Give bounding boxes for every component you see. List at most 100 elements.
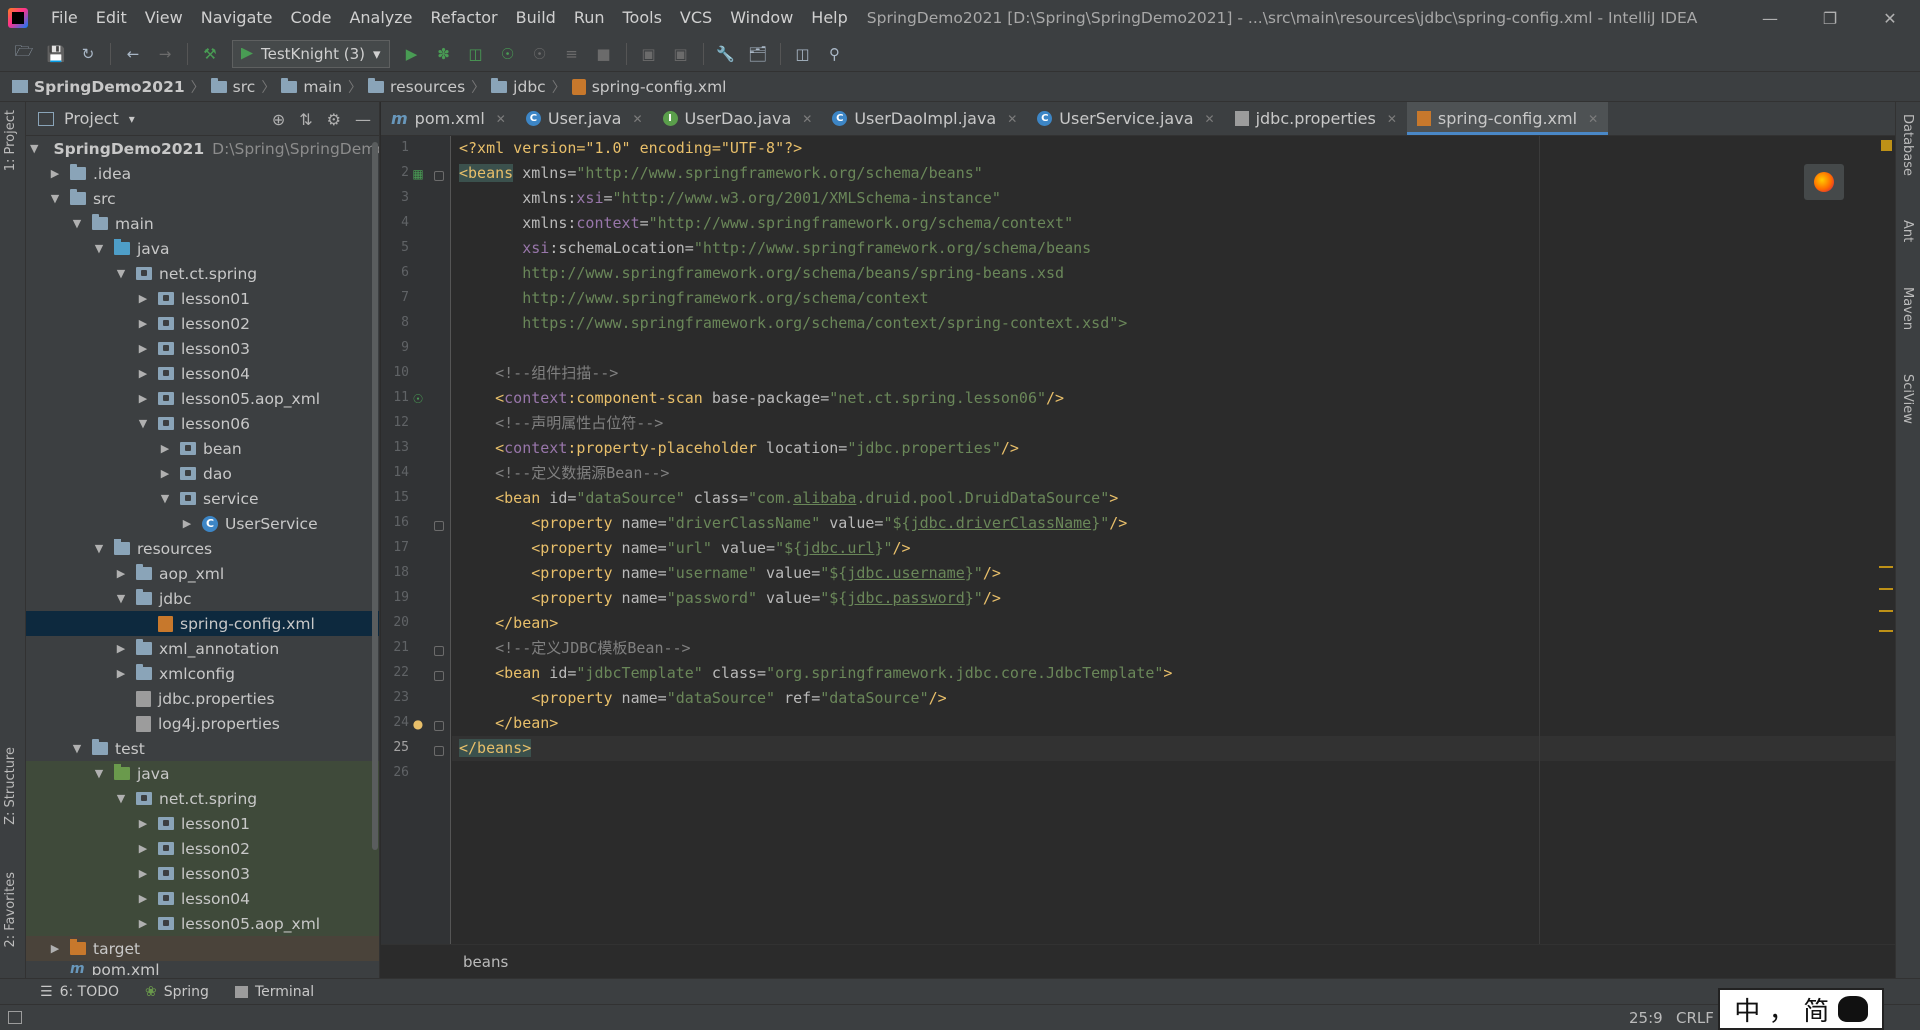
back-arrow-icon[interactable]: ← (120, 41, 146, 67)
tree-item[interactable]: ▶ lesson02 (26, 311, 379, 336)
expanded-arrow-icon[interactable]: ▼ (92, 242, 106, 255)
project-structure-icon[interactable]: 🗂 (745, 41, 771, 67)
tree-item[interactable]: ▼ net.ct.spring (26, 786, 379, 811)
tree-item[interactable]: ▶ lesson03 (26, 861, 379, 886)
fold-marker-icon[interactable] (434, 671, 444, 681)
attach-debugger-icon[interactable]: ☉ (527, 41, 553, 67)
menu-analyze[interactable]: Analyze (340, 0, 421, 36)
warning-marker[interactable] (1879, 610, 1893, 612)
tree-item[interactable]: ▶ lesson04 (26, 361, 379, 386)
tree-item[interactable]: ▶ lesson01 (26, 811, 379, 836)
stop-icon[interactable]: ■ (591, 41, 617, 67)
ime-punctuation[interactable]: ， (1769, 991, 1795, 1028)
gear-icon[interactable]: ⚙ (327, 110, 341, 129)
collapsed-arrow-icon[interactable]: ▶ (136, 892, 150, 905)
tree-item[interactable]: ▶ lesson05.aop_xml (26, 911, 379, 936)
locate-target-icon[interactable]: ⊕ (272, 110, 285, 129)
toggle-tool-windows-icon[interactable] (8, 1011, 22, 1024)
expanded-arrow-icon[interactable]: ▼ (70, 742, 84, 755)
collapsed-arrow-icon[interactable]: ▶ (48, 942, 62, 955)
breadcrumb-src[interactable]: src (210, 77, 255, 96)
menu-view[interactable]: View (136, 0, 192, 36)
save-all-icon[interactable]: 💾 (43, 41, 69, 67)
expanded-arrow-icon[interactable]: ▼ (48, 192, 62, 205)
tree-item[interactable]: ▶ lesson04 (26, 886, 379, 911)
menu-navigate[interactable]: Navigate (192, 0, 282, 36)
vcs-commit-icon[interactable]: ▣ (668, 41, 694, 67)
structure-tool-tab[interactable]: Z: Structure (3, 747, 18, 825)
tree-item[interactable]: ▶ lesson03 (26, 336, 379, 361)
project-view-select[interactable]: Project (64, 109, 119, 128)
tree-item[interactable]: ▼ net.ct.spring (26, 261, 379, 286)
chevron-down-icon[interactable]: ▾ (129, 112, 135, 126)
menu-help[interactable]: Help (802, 0, 856, 36)
tree-item-selected[interactable]: spring-config.xml (26, 611, 379, 636)
tree-item[interactable]: ▶ lesson01 (26, 286, 379, 311)
menu-code[interactable]: Code (282, 0, 341, 36)
expanded-arrow-icon[interactable]: ▼ (30, 142, 38, 155)
menu-window[interactable]: Window (721, 0, 802, 36)
open-in-browser-button[interactable] (1804, 164, 1844, 200)
error-stripe[interactable] (1877, 136, 1895, 944)
spring-tool-button[interactable]: ❀ Spring (145, 984, 209, 1000)
ime-mode-chinese[interactable]: 中 (1734, 991, 1760, 1028)
hide-panel-icon[interactable]: — (355, 110, 371, 129)
tree-item[interactable]: ▶ .idea (26, 161, 379, 186)
collapsed-arrow-icon[interactable]: ▶ (114, 667, 128, 680)
project-panel-scrollbar[interactable] (371, 136, 379, 976)
menu-build[interactable]: Build (507, 0, 565, 36)
breadcrumb-jdbc[interactable]: jdbc (491, 77, 546, 96)
run-configuration-select[interactable]: TestKnight (3) ▾ (232, 39, 390, 68)
ant-tool-tab[interactable]: Ant (1900, 220, 1915, 242)
tree-item[interactable]: ▼ src (26, 186, 379, 211)
breadcrumb-main[interactable]: main (281, 77, 342, 96)
tab-jdbc-properties[interactable]: jdbc.properties ✕ (1225, 102, 1407, 135)
breadcrumb-file[interactable]: spring-config.xml (571, 78, 726, 96)
tab-userdao-java[interactable]: I UserDao.java ✕ (653, 102, 823, 135)
expanded-arrow-icon[interactable]: ▼ (114, 792, 128, 805)
collapsed-arrow-icon[interactable]: ▶ (136, 367, 150, 380)
favorites-tool-tab[interactable]: 2: Favorites (3, 872, 18, 948)
expanded-arrow-icon[interactable]: ▼ (70, 217, 84, 230)
close-tab-icon[interactable]: ✕ (496, 112, 506, 126)
close-tab-icon[interactable]: ✕ (802, 112, 812, 126)
tab-userdaoimpl-java[interactable]: C UserDaoImpl.java ✕ (822, 102, 1027, 135)
close-tab-icon[interactable]: ✕ (632, 112, 642, 126)
collapse-all-icon[interactable]: ⇅ (299, 110, 312, 129)
forward-arrow-icon[interactable]: → (152, 41, 178, 67)
tab-pom-xml[interactable]: m pom.xml ✕ (381, 102, 516, 135)
expanded-arrow-icon[interactable]: ▼ (114, 267, 128, 280)
collapsed-arrow-icon[interactable]: ▶ (158, 442, 172, 455)
spring-beans-gutter-icon[interactable]: ▦ (411, 167, 425, 181)
fold-marker-icon[interactable] (434, 171, 444, 181)
close-tab-icon[interactable]: ✕ (1007, 112, 1017, 126)
presentation-icon[interactable]: ◫ (790, 41, 816, 67)
expanded-arrow-icon[interactable]: ▼ (136, 417, 150, 430)
maven-tool-tab[interactable]: Maven (1900, 287, 1915, 330)
expanded-arrow-icon[interactable]: ▼ (114, 592, 128, 605)
tree-item[interactable]: ▼ main (26, 211, 379, 236)
tab-user-java[interactable]: C User.java ✕ (516, 102, 653, 135)
sciview-tool-tab[interactable]: SciView (1900, 374, 1915, 424)
collapsed-arrow-icon[interactable]: ▶ (136, 342, 150, 355)
line-separator[interactable]: CRLF (1676, 1009, 1714, 1027)
tree-item[interactable]: ▼ test (26, 736, 379, 761)
collapsed-arrow-icon[interactable]: ▶ (136, 867, 150, 880)
profile-icon[interactable]: ☉ (495, 41, 521, 67)
scrollbar-thumb[interactable] (372, 142, 378, 850)
menu-file[interactable]: File (42, 0, 87, 36)
breadcrumb-resources[interactable]: resources (368, 77, 465, 96)
menu-refactor[interactable]: Refactor (422, 0, 507, 36)
tree-item[interactable]: ▼ java (26, 761, 379, 786)
database-tool-tab[interactable]: Database (1900, 114, 1915, 176)
close-tab-icon[interactable]: ✕ (1387, 112, 1397, 126)
tree-item[interactable]: ▶ bean (26, 436, 379, 461)
tree-item[interactable]: ▶ xml_annotation (26, 636, 379, 661)
tree-item[interactable]: ▶ C UserService (26, 511, 379, 536)
tree-item[interactable]: jdbc.properties (26, 686, 379, 711)
menu-run[interactable]: Run (565, 0, 614, 36)
collapsed-arrow-icon[interactable]: ▶ (114, 567, 128, 580)
tree-item[interactable]: ▼ SpringDemo2021 D:\Spring\SpringDemo (26, 136, 379, 161)
todo-tool-button[interactable]: ☰ 6: TODO (40, 984, 119, 1000)
project-tool-tab[interactable]: 1: Project (3, 110, 18, 171)
